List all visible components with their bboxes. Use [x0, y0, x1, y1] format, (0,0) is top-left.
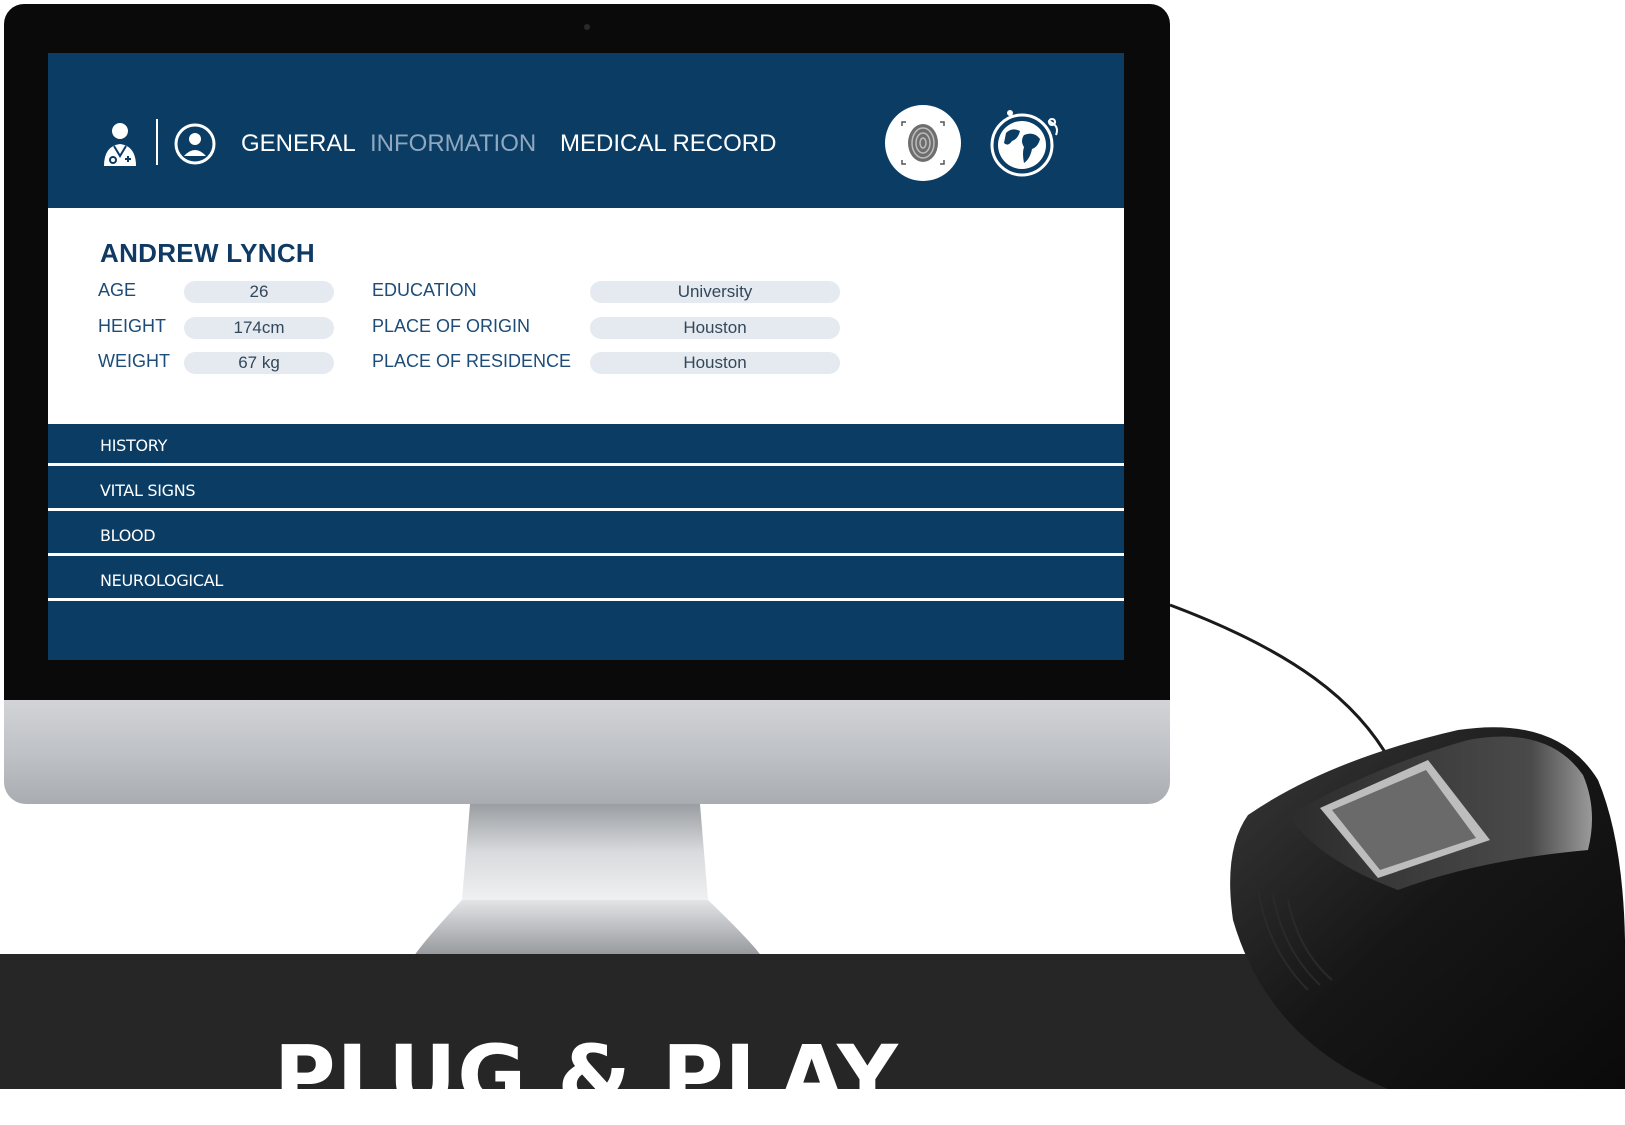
tab-information[interactable]: INFORMATION — [370, 130, 536, 158]
section-blood[interactable]: BLOOD — [48, 514, 1124, 556]
height-value: 174cm — [184, 317, 334, 339]
section-label: VITAL SIGNS — [100, 481, 196, 500]
app-screen: GENERAL INFORMATION MEDICAL RECORD ANDRE… — [48, 53, 1124, 660]
residence-label: PLACE OF RESIDENCE — [372, 351, 572, 371]
tab-general[interactable]: GENERAL — [241, 130, 356, 158]
nav-separator — [156, 119, 158, 165]
origin-value: Houston — [590, 317, 840, 339]
height-label: HEIGHT — [98, 316, 167, 336]
section-label: BLOOD — [100, 526, 156, 545]
origin-label: PLACE OF ORIGIN — [372, 316, 531, 336]
fingerprint-scanner-device — [1230, 727, 1625, 1089]
section-label: NEUROLOGICAL — [100, 571, 223, 590]
section-history[interactable]: HISTORY — [48, 424, 1124, 466]
weight-value: 67 kg — [184, 352, 334, 374]
weight-label: WEIGHT — [98, 351, 170, 371]
education-label: EDUCATION — [372, 280, 477, 300]
residence-value: Houston — [590, 352, 840, 374]
patient-name: ANDREW LYNCH — [100, 238, 315, 268]
doctor-icon[interactable] — [100, 120, 140, 168]
globe-stethoscope-icon[interactable] — [988, 105, 1064, 181]
tagline: PLUG & PLAY — [274, 1027, 899, 1125]
section-neurological[interactable]: NEUROLOGICAL — [48, 559, 1124, 601]
section-vital-signs[interactable]: VITAL SIGNS — [48, 469, 1124, 511]
user-circle-icon[interactable] — [174, 123, 216, 165]
education-value: University — [590, 281, 840, 303]
monitor-chin — [4, 700, 1170, 804]
tab-medical-record[interactable]: MEDICAL RECORD — [560, 130, 776, 158]
section-label: HISTORY — [100, 436, 168, 455]
fingerprint-icon[interactable] — [884, 104, 962, 182]
age-label: AGE — [98, 280, 137, 300]
top-nav: GENERAL INFORMATION MEDICAL RECORD — [48, 53, 1124, 208]
patient-profile: ANDREW LYNCH AGE 26 HEIGHT 174cm WEIGHT … — [48, 208, 1124, 424]
camera-dot — [584, 24, 590, 30]
age-value: 26 — [184, 281, 334, 303]
